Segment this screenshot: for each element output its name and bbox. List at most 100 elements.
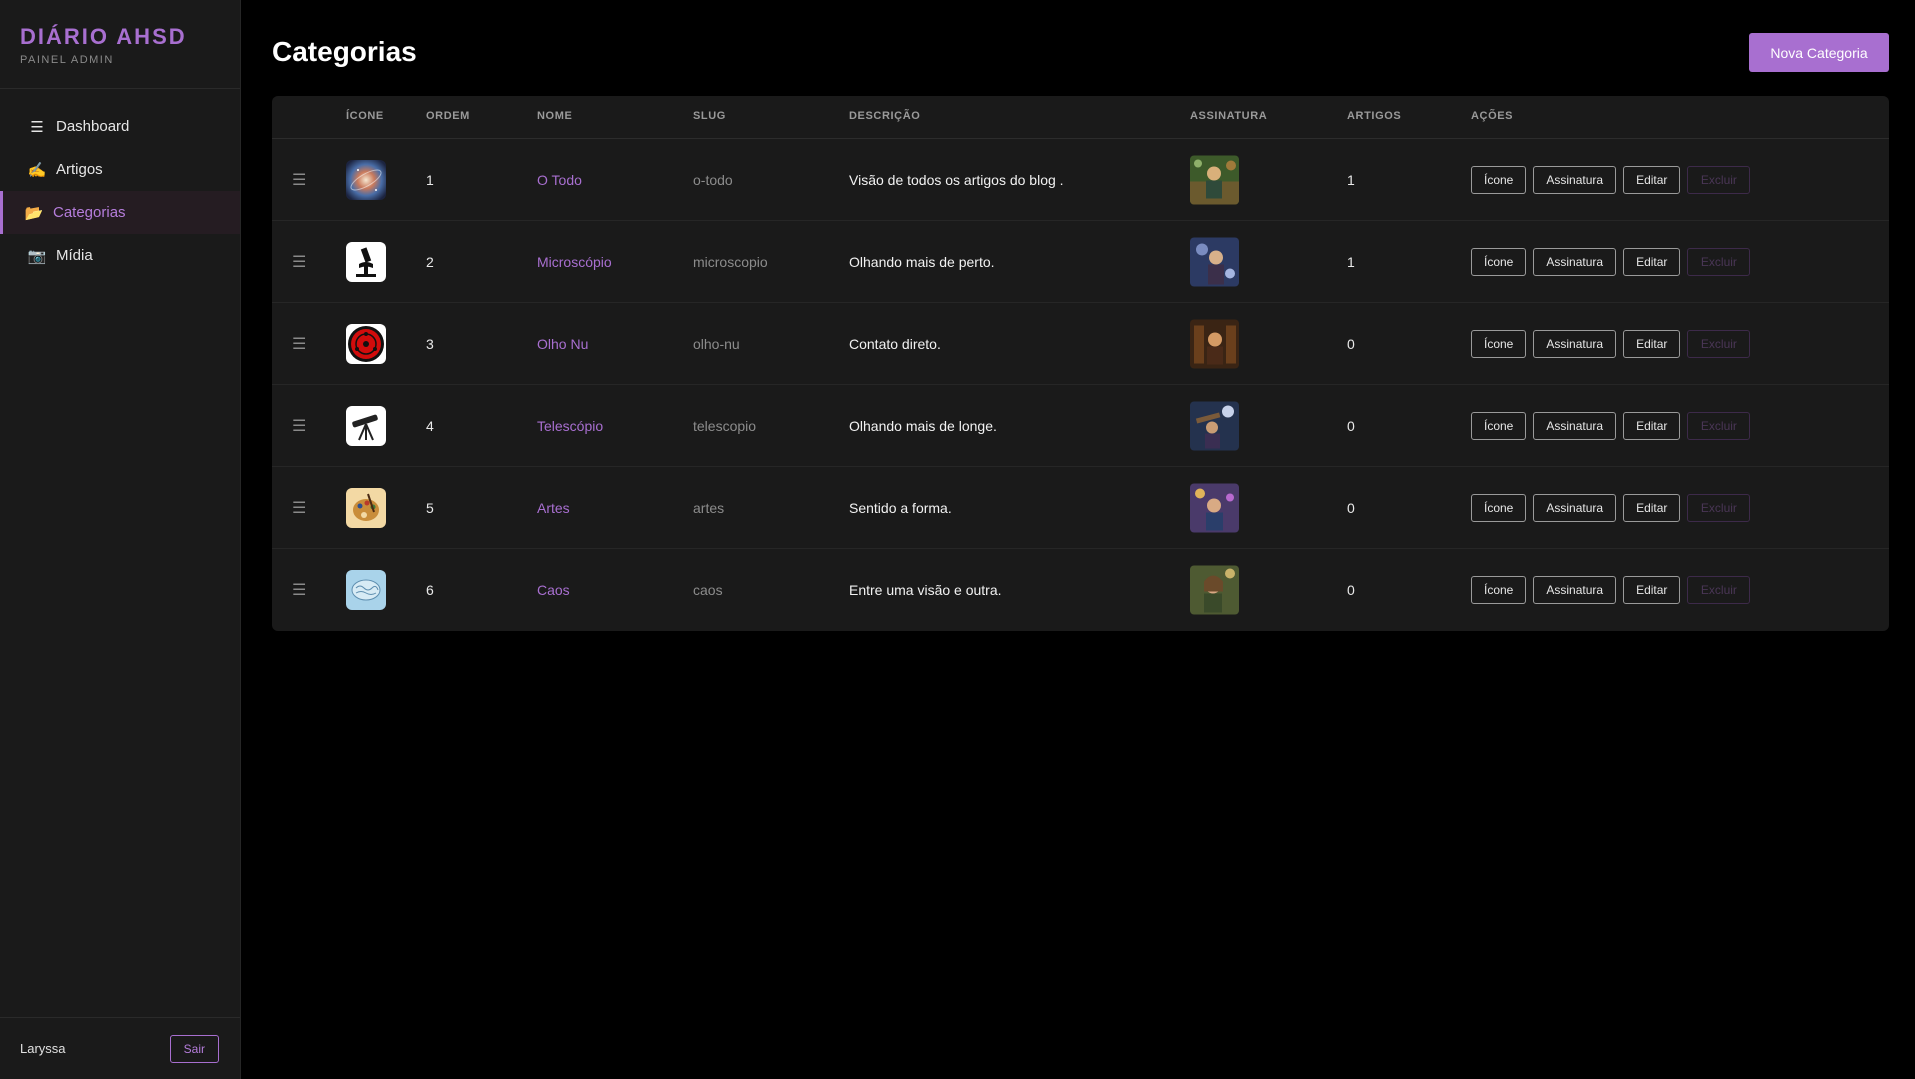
icon-button[interactable]: Ícone <box>1471 165 1527 194</box>
article-count: 1 <box>1347 253 1355 270</box>
drag-handle-icon[interactable]: ☰ <box>292 334 306 354</box>
sidebar-item-categorias[interactable]: 📂 Categorias <box>0 191 240 234</box>
row-actions: Ícone Assinatura Editar Excluir <box>1471 493 1751 522</box>
delete-button[interactable]: Excluir <box>1687 165 1751 194</box>
icon-button[interactable]: Ícone <box>1471 411 1527 440</box>
icon-button[interactable]: Ícone <box>1471 575 1527 604</box>
category-order: 6 <box>426 581 434 598</box>
open-folder-icon: 📂 <box>24 204 44 222</box>
row-actions: Ícone Assinatura Editar Excluir <box>1471 329 1751 358</box>
category-slug: artes <box>693 499 725 516</box>
table-row: ☰ 2 Microscópio microscopio Olhando mais… <box>272 221 1889 303</box>
signature-button[interactable]: Assinatura <box>1533 575 1617 604</box>
icon-button[interactable]: Ícone <box>1471 247 1527 276</box>
table-row: ☰ 4 Telescópio telescopio Olhando mais d… <box>272 385 1889 467</box>
sidebar-item-midia[interactable]: 📷 Mídia <box>0 234 240 277</box>
article-count: 0 <box>1347 335 1355 352</box>
telescope-icon <box>346 405 386 446</box>
sidebar-item-label: Artigos <box>56 161 103 178</box>
delete-button[interactable]: Excluir <box>1687 247 1751 276</box>
icon-button[interactable]: Ícone <box>1471 329 1527 358</box>
category-description: Visão de todos os artigos do blog . <box>849 171 1064 188</box>
delete-button[interactable]: Excluir <box>1687 575 1751 604</box>
category-description: Entre uma visão e outra. <box>849 581 1002 598</box>
category-name-link[interactable]: Microscópio <box>537 254 612 270</box>
category-description: Contato direto. <box>849 335 941 352</box>
category-name-link[interactable]: Telescópio <box>537 418 603 434</box>
delete-button[interactable]: Excluir <box>1687 493 1751 522</box>
category-name-link[interactable]: Artes <box>537 500 570 516</box>
camera-icon: 📷 <box>27 247 47 265</box>
signature-button[interactable]: Assinatura <box>1533 411 1617 440</box>
table-row: ☰ 5 Artes artes Sentido a forma. 0 Ícone… <box>272 467 1889 549</box>
category-name-link[interactable]: O Todo <box>537 172 582 188</box>
page-title: Categorias <box>272 36 417 67</box>
column-header-descricao: DESCRIÇÃO <box>849 110 921 122</box>
row-actions: Ícone Assinatura Editar Excluir <box>1471 165 1751 194</box>
signature-button[interactable]: Assinatura <box>1533 493 1617 522</box>
username: Laryssa <box>20 1041 66 1056</box>
column-header-slug: SLUG <box>693 110 726 122</box>
signature-button[interactable]: Assinatura <box>1533 247 1617 276</box>
brand-subtitle: PAINEL ADMIN <box>20 54 114 66</box>
signature-thumbnail <box>1190 319 1239 368</box>
sidebar-item-artigos[interactable]: ✍ Artigos <box>0 148 240 191</box>
delete-button[interactable]: Excluir <box>1687 411 1751 440</box>
edit-button[interactable]: Editar <box>1623 329 1681 358</box>
article-count: 1 <box>1347 171 1355 188</box>
signature-thumbnail <box>1190 401 1239 450</box>
category-slug: microscopio <box>693 253 768 270</box>
menu-icon: ☰ <box>30 118 44 136</box>
signature-thumbnail <box>1190 483 1239 532</box>
column-header-assinatura: ASSINATURA <box>1190 110 1268 122</box>
signature-button[interactable]: Assinatura <box>1533 165 1617 194</box>
drag-handle-icon[interactable]: ☰ <box>292 416 306 436</box>
icon-button[interactable]: Ícone <box>1471 493 1527 522</box>
row-actions: Ícone Assinatura Editar Excluir <box>1471 247 1751 276</box>
sidebar-item-label: Mídia <box>56 247 93 264</box>
column-header-nome: NOME <box>537 110 573 122</box>
drag-handle-icon[interactable]: ☰ <box>292 252 306 272</box>
column-header-artigos: ARTIGOS <box>1347 110 1402 122</box>
category-order: 5 <box>426 499 434 516</box>
signature-thumbnail <box>1190 237 1239 286</box>
table-header: ÍCONE ORDEM NOME SLUG DESCRIÇÃO ASSINATU… <box>272 96 1889 139</box>
category-name-link[interactable]: Caos <box>537 582 570 598</box>
category-name-link[interactable]: Olho Nu <box>537 336 588 352</box>
logout-button[interactable]: Sair <box>169 1034 219 1063</box>
drag-handle-icon[interactable]: ☰ <box>292 580 306 600</box>
edit-button[interactable]: Editar <box>1623 575 1681 604</box>
sidebar: DIÁRIO AHSD PAINEL ADMIN ☰ Dashboard ✍ A… <box>0 0 241 1079</box>
column-header-acoes: AÇÕES <box>1471 110 1514 122</box>
palette-icon <box>346 487 386 528</box>
sidebar-item-dashboard[interactable]: ☰ Dashboard <box>0 105 240 148</box>
row-actions: Ícone Assinatura Editar Excluir <box>1471 575 1751 604</box>
edit-button[interactable]: Editar <box>1623 247 1681 276</box>
edit-button[interactable]: Editar <box>1623 493 1681 522</box>
categories-table: ÍCONE ORDEM NOME SLUG DESCRIÇÃO ASSINATU… <box>272 96 1889 631</box>
category-slug: caos <box>693 581 723 598</box>
writing-hand-icon: ✍ <box>27 161 47 179</box>
category-order: 1 <box>426 171 434 188</box>
category-description: Olhando mais de perto. <box>849 253 995 270</box>
edit-button[interactable]: Editar <box>1623 411 1681 440</box>
category-description: Olhando mais de longe. <box>849 417 997 434</box>
new-category-button[interactable]: Nova Categoria <box>1749 33 1889 72</box>
delete-button[interactable]: Excluir <box>1687 329 1751 358</box>
galaxy-icon <box>346 159 386 200</box>
drag-handle-icon[interactable]: ☰ <box>292 498 306 518</box>
table-row: ☰ 6 Caos caos Entre uma visão e outra. 0… <box>272 549 1889 630</box>
sidebar-footer: Laryssa Sair <box>0 1017 240 1079</box>
edit-button[interactable]: Editar <box>1623 165 1681 194</box>
signature-button[interactable]: Assinatura <box>1533 329 1617 358</box>
category-slug: telescopio <box>693 417 757 434</box>
table-row: ☰ 1 O Todo o-todo Visão de todos os arti… <box>272 139 1889 221</box>
brand-title[interactable]: DIÁRIO AHSD <box>20 24 220 50</box>
red-eye-icon <box>346 323 386 364</box>
drag-handle-icon[interactable]: ☰ <box>292 170 306 190</box>
row-actions: Ícone Assinatura Editar Excluir <box>1471 411 1751 440</box>
microscope-icon <box>346 241 386 282</box>
category-order: 3 <box>426 335 434 352</box>
brain-icon <box>346 569 386 610</box>
category-order: 4 <box>426 417 434 434</box>
